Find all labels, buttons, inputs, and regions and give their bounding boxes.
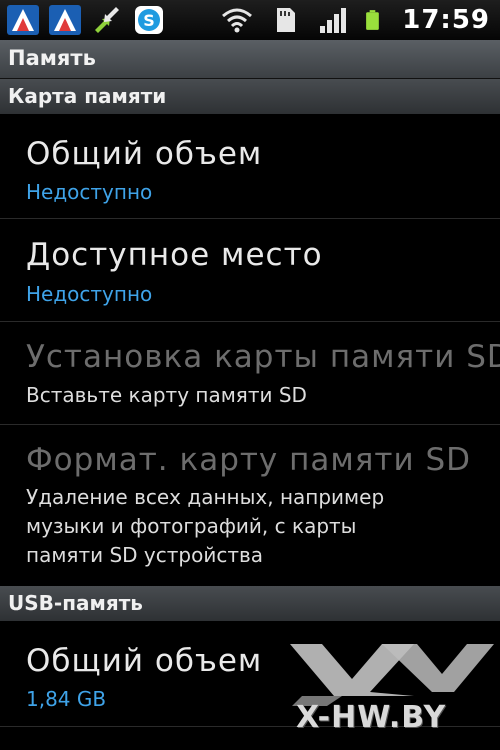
signal-bars-icon [320,8,347,33]
item-summary-line: Удаление всех данных, например [26,485,385,509]
sync-arrows-icon [95,7,119,33]
wifi-icon [222,8,253,33]
storage-settings-screen: S 17:59 Память Карта памяти Общий объем … [0,0,500,750]
clock-time: 17:59 [402,5,490,35]
skype-icon: S [135,6,163,34]
status-bar: S 17:59 [0,0,500,40]
watermark-text: X-HW.BY [296,700,447,735]
item-title: Общий объем [26,136,263,172]
sd-card-icon [277,8,296,32]
section-header-label: USB-память [8,591,143,615]
item-value: Недоступно [26,282,153,306]
list-item-format-sd-card: Формат. карту памяти SD Удаление всех да… [0,425,500,585]
list-item-sd-available-space[interactable]: Доступное место Недоступно [0,219,500,322]
title-bar: Память [0,40,500,79]
item-title: Доступное место [26,237,323,273]
list-item-sd-total-space[interactable]: Общий объем Недоступно [0,114,500,219]
notification-app-icon [7,5,39,35]
item-title: Формат. карту памяти SD [26,442,472,478]
item-summary-line: музыки и фотографий, с карты [26,514,357,538]
item-summary: Вставьте карту памяти SD [26,383,307,407]
item-value: Недоступно [26,180,153,204]
section-header-usb-storage: USB-память [0,586,500,621]
system-icons: 17:59 [220,4,490,36]
item-title: Установка карты памяти SD [26,339,500,375]
section-header-label: Карта памяти [8,84,167,108]
notification-app-icon [49,5,81,35]
svg-text:S: S [143,11,155,30]
item-summary-line: памяти SD устройства [26,543,264,567]
item-value: 1,84 GB [26,687,107,711]
item-title: Общий объем [26,643,263,679]
list-item-mount-sd-card: Установка карты памяти SD Вставьте карту… [0,322,500,425]
page-title: Память [8,46,96,70]
notification-icons: S [6,4,166,36]
section-header-sd-card: Карта памяти [0,79,500,114]
battery-icon [366,10,380,30]
